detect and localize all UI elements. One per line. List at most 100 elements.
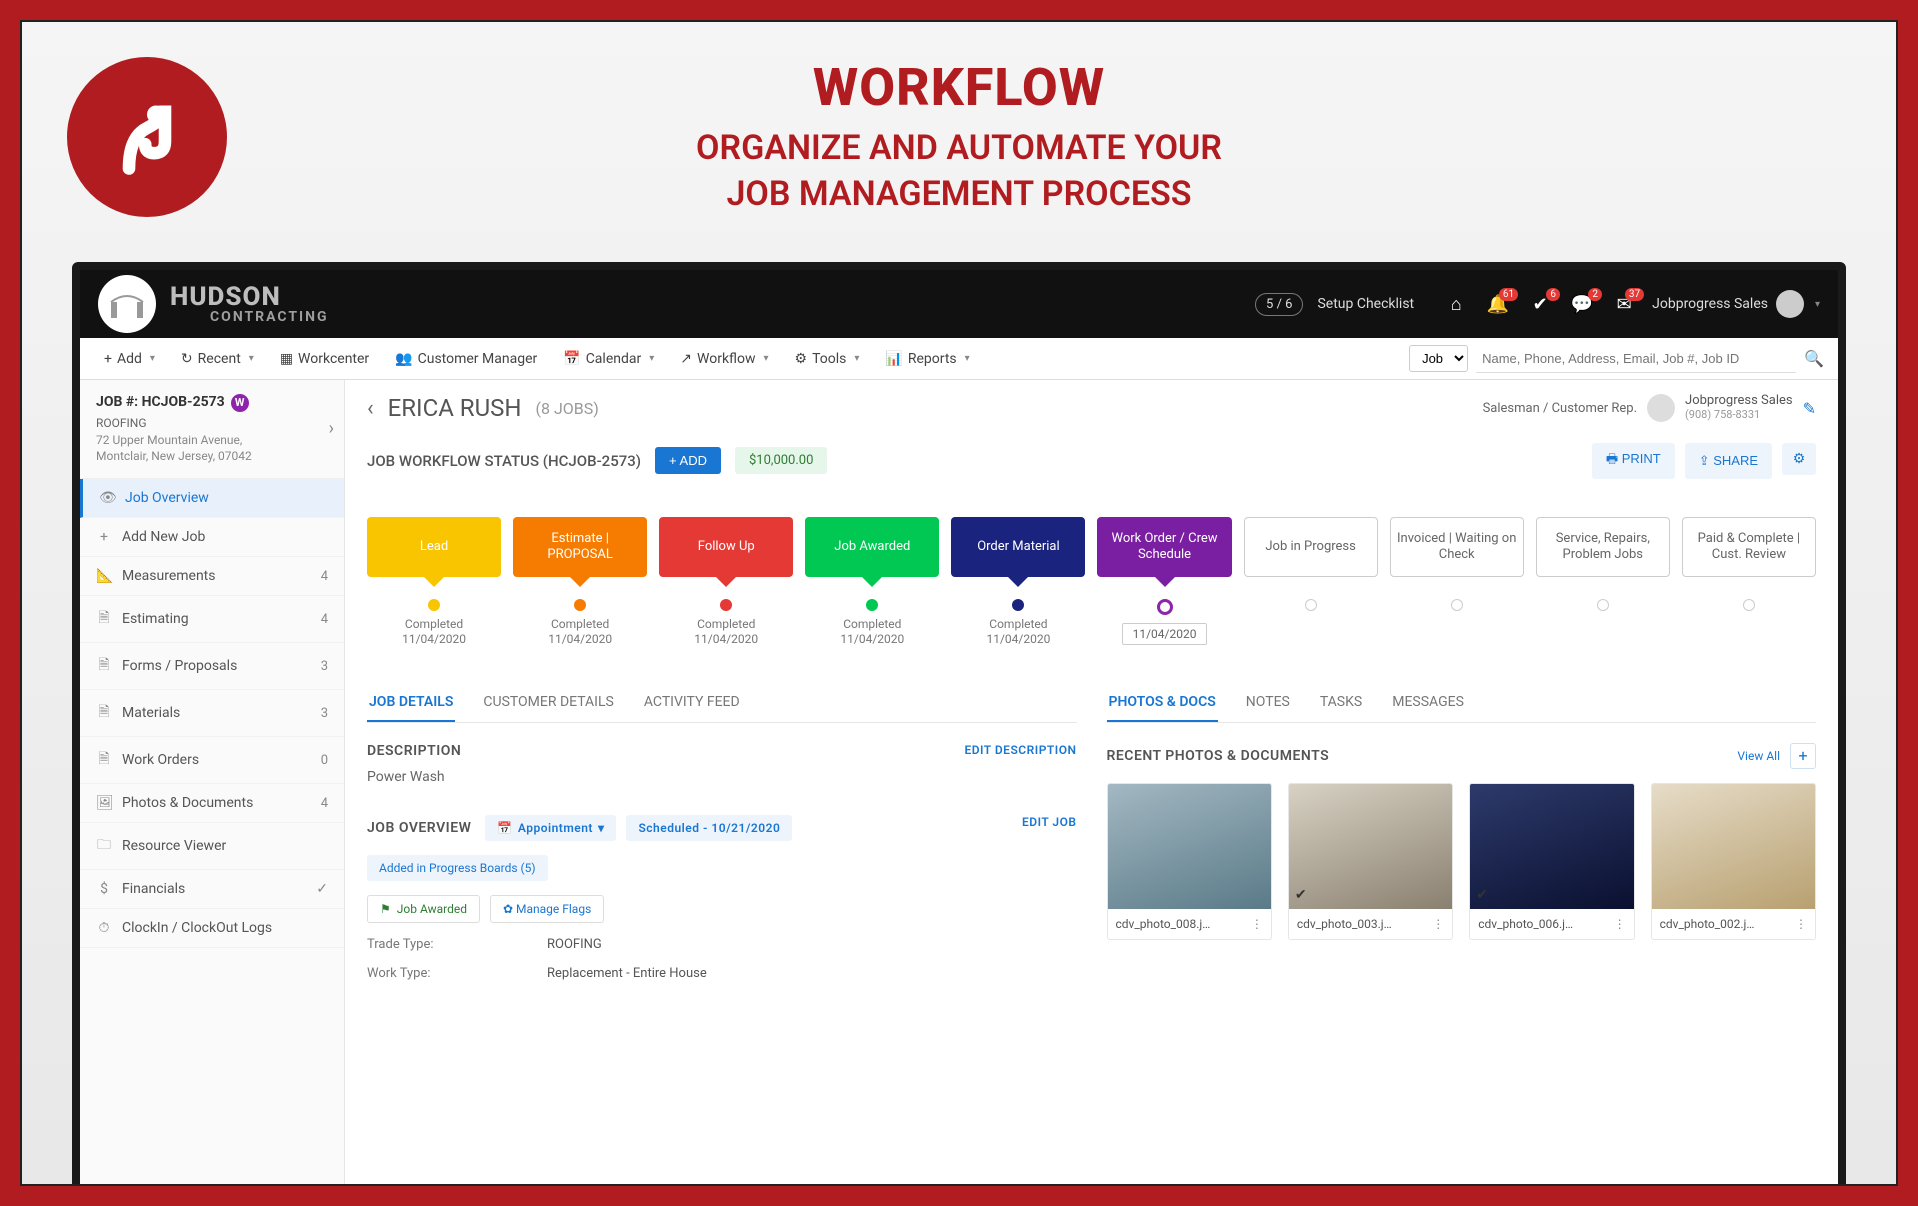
doc-filename: cdv_photo_002.j…: [1660, 917, 1755, 931]
doc-card[interactable]: cdv_photo_008.j… ⋮: [1107, 783, 1272, 940]
sidebar-count: 3: [321, 659, 328, 674]
sidebar-item-measurements[interactable]: 📐 Measurements 4: [80, 557, 344, 596]
sidebar-item-forms-proposals[interactable]: 🗎 Forms / Proposals 3: [80, 643, 344, 690]
sidebar-item-resource-viewer[interactable]: 🗀 Resource Viewer: [80, 823, 344, 870]
doc-card[interactable]: ✔ cdv_photo_006.j… ⋮: [1469, 783, 1634, 940]
menu-add[interactable]: + Add▾: [94, 345, 165, 373]
search-input[interactable]: [1476, 345, 1796, 373]
job-awarded-flag[interactable]: ⚑Job Awarded: [367, 895, 480, 923]
sidebar-icon: 🗎: [96, 654, 112, 678]
sidebar-count: 4: [321, 612, 328, 627]
tab-photos-docs[interactable]: PHOTOS & DOCS: [1107, 684, 1218, 722]
edit-description-link[interactable]: EDIT DESCRIPTION: [964, 743, 1076, 757]
menu-customer-manager[interactable]: 👥 Customer Manager: [385, 345, 547, 373]
view-all-link[interactable]: View All: [1737, 749, 1780, 763]
doc-card[interactable]: ✔ cdv_photo_003.j…⋮: [1288, 783, 1453, 940]
sidebar-count: 4: [321, 796, 328, 811]
doc-card[interactable]: cdv_photo_002.j… ⋮: [1651, 783, 1816, 940]
job-amount: $10,000.00: [735, 447, 827, 474]
stage-invoiced-waiting-on-check[interactable]: Invoiced | Waiting on Check: [1390, 517, 1524, 648]
sidebar-item-photos-documents[interactable]: 🖼 Photos & Documents 4: [80, 784, 344, 823]
search-type-select[interactable]: Job: [1409, 345, 1468, 372]
sidebar-item-materials[interactable]: 🗎 Materials 3: [80, 690, 344, 737]
stage-job-awarded[interactable]: Job AwardedCompleted11/04/2020: [805, 517, 939, 648]
stage-paid-complete-cust-review[interactable]: Paid & Complete | Cust. Review: [1682, 517, 1816, 648]
setup-checklist-label[interactable]: Setup Checklist: [1317, 296, 1414, 312]
overview-title: JOB OVERVIEW: [367, 820, 471, 836]
hero-subtitle: ORGANIZE AND AUTOMATE YOURJOB MANAGEMENT…: [22, 126, 1896, 218]
tab-customer-details[interactable]: CUSTOMER DETAILS: [481, 684, 615, 722]
tab-job-details[interactable]: JOB DETAILS: [367, 684, 455, 722]
sidebar-item-job-overview[interactable]: 👁 Job Overview: [80, 479, 344, 518]
more-icon[interactable]: ⋮: [1251, 917, 1263, 931]
tab-messages[interactable]: MESSAGES: [1390, 684, 1466, 722]
menu-workcenter[interactable]: ▦ Workcenter: [270, 345, 379, 373]
menu-tools[interactable]: ⚙ Tools▾: [785, 345, 870, 373]
appointment-chip[interactable]: 📅 Appointment ▾: [485, 815, 616, 841]
menu-calendar[interactable]: 📅 Calendar▾: [553, 345, 664, 373]
sidebar-count: 0: [321, 753, 328, 768]
settings-button[interactable]: ⚙: [1782, 443, 1816, 475]
sidebar-icon: $: [96, 881, 112, 897]
sidebar-item-work-orders[interactable]: 🗎 Work Orders 0: [80, 737, 344, 784]
more-icon[interactable]: ⋮: [1795, 917, 1807, 931]
check-icon[interactable]: ✔6: [1526, 294, 1554, 315]
company-logo: [98, 275, 156, 333]
tab-notes[interactable]: NOTES: [1244, 684, 1292, 722]
menu-reports[interactable]: 📊 Reports▾: [875, 345, 979, 373]
user-menu[interactable]: Jobprogress Sales ▾: [1652, 290, 1820, 318]
back-button[interactable]: ‹: [367, 396, 374, 421]
doc-filename: cdv_photo_006.j…: [1478, 917, 1573, 931]
stage-lead[interactable]: LeadCompleted11/04/2020: [367, 517, 501, 648]
sidebar-item-label: Add New Job: [122, 529, 205, 545]
chevron-right-icon[interactable]: ›: [329, 418, 334, 439]
mail-icon[interactable]: ✉37: [1610, 294, 1638, 315]
sidebar-item-label: Forms / Proposals: [122, 658, 237, 674]
docs-title: RECENT PHOTOS & DOCUMENTS: [1107, 748, 1330, 764]
search-icon[interactable]: 🔍: [1804, 349, 1824, 368]
share-button[interactable]: ⇪ SHARE: [1685, 443, 1772, 479]
home-icon[interactable]: ⌂: [1442, 294, 1470, 315]
doc-filename: cdv_photo_008.j…: [1116, 917, 1211, 931]
manage-flags-chip[interactable]: ✿ Manage Flags: [490, 895, 604, 923]
bell-icon[interactable]: 🔔61: [1484, 294, 1512, 315]
add-button[interactable]: + ADD: [655, 447, 721, 474]
stage-estimate-proposal[interactable]: Estimate | PROPOSALCompleted11/04/2020: [513, 517, 647, 648]
sidebar-item-clockin-clockout-logs[interactable]: ⏱ ClockIn / ClockOut Logs: [80, 909, 344, 948]
rep-avatar: [1647, 394, 1675, 422]
doc-filename: cdv_photo_003.j…: [1297, 917, 1392, 931]
menu-recent[interactable]: ↻ Recent▾: [171, 345, 264, 373]
print-button[interactable]: 🖶 PRINT: [1592, 443, 1675, 479]
more-icon[interactable]: ⋮: [1432, 917, 1444, 931]
sidebar-icon: 📐: [96, 568, 112, 584]
tab-activity-feed[interactable]: ACTIVITY FEED: [642, 684, 742, 722]
sidebar-count: 3: [321, 706, 328, 721]
chat-icon[interactable]: 💬2: [1568, 294, 1596, 315]
stage-follow-up[interactable]: Follow UpCompleted11/04/2020: [659, 517, 793, 648]
edit-job-link[interactable]: EDIT JOB: [1022, 815, 1077, 829]
stage-work-order-crew-schedule[interactable]: Work Order / Crew Schedule11/04/2020: [1097, 517, 1231, 648]
topbar: HUDSON CONTRACTING 5 / 6 Setup Checklist…: [80, 270, 1838, 338]
stage-order-material[interactable]: Order MaterialCompleted11/04/2020: [951, 517, 1085, 648]
stage-service-repairs-problem-jobs[interactable]: Service, Repairs, Problem Jobs: [1536, 517, 1670, 648]
rep-label: Salesman / Customer Rep.: [1483, 401, 1637, 416]
workflow-stages: LeadCompleted11/04/2020Estimate | PROPOS…: [345, 497, 1838, 654]
sidebar-item-estimating[interactable]: 🗎 Estimating 4: [80, 596, 344, 643]
add-doc-button[interactable]: +: [1790, 743, 1816, 769]
edit-rep-icon[interactable]: ✎: [1803, 399, 1816, 418]
job-header[interactable]: JOB #: HCJOB-2573W ROOFING 72 Upper Moun…: [80, 380, 344, 479]
sidebar-item-add-new-job[interactable]: + Add New Job: [80, 518, 344, 557]
tab-tasks[interactable]: TASKS: [1318, 684, 1364, 722]
more-icon[interactable]: ⋮: [1614, 917, 1626, 931]
sidebar-item-label: Estimating: [122, 611, 189, 627]
menu-workflow[interactable]: ↗ Workflow▾: [670, 345, 778, 373]
stage-job-in-progress[interactable]: Job in Progress: [1244, 517, 1378, 648]
sidebar-icon: 🖼: [96, 795, 112, 811]
check-icon: ✔: [1476, 887, 1488, 903]
boards-chip[interactable]: Added in Progress Boards (5): [367, 855, 548, 881]
sidebar-item-label: Resource Viewer: [122, 838, 226, 854]
setup-progress[interactable]: 5 / 6: [1255, 293, 1303, 316]
scheduled-chip[interactable]: Scheduled - 10/21/2020: [626, 815, 792, 841]
sidebar-item-financials[interactable]: $ Financials ✓: [80, 870, 344, 909]
check-icon: ✓: [316, 881, 328, 897]
